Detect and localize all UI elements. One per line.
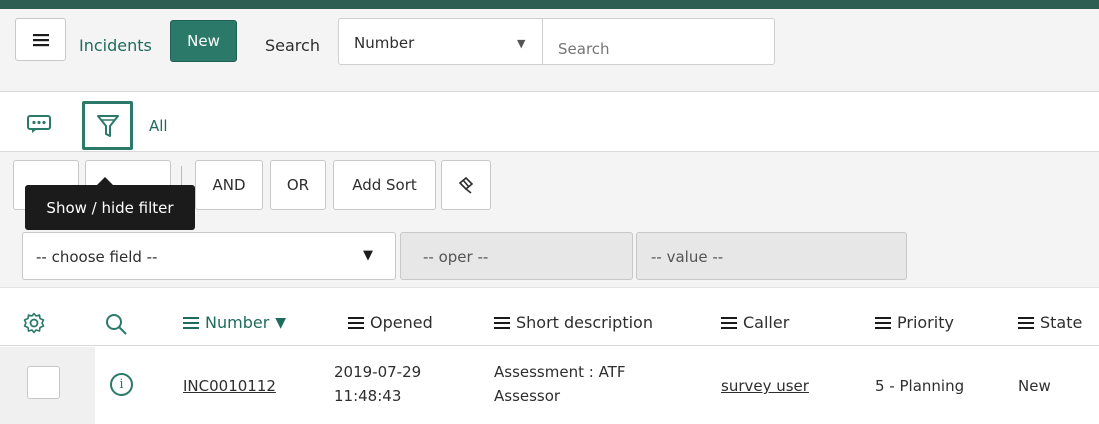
- column-menu-icon[interactable]: [348, 314, 364, 332]
- column-header-priority[interactable]: Priority: [875, 313, 954, 332]
- column-label: Short description: [516, 313, 653, 332]
- list-title[interactable]: Incidents: [79, 36, 152, 55]
- short-description-line1: Assessment : ATF: [494, 363, 626, 381]
- chevron-down-icon: ▼: [517, 37, 526, 50]
- state-value: New: [1018, 377, 1051, 395]
- choose-field-value: -- choose field --: [36, 248, 158, 266]
- column-menu-icon[interactable]: [183, 314, 199, 332]
- search-field-value: Number: [354, 34, 415, 52]
- column-label: Caller: [743, 313, 790, 332]
- breadcrumb-all[interactable]: All: [149, 117, 168, 135]
- column-menu-icon[interactable]: [875, 314, 891, 332]
- opened-date: 2019-07-29: [334, 363, 422, 381]
- search-input[interactable]: [542, 18, 775, 65]
- or-button[interactable]: OR: [270, 160, 326, 210]
- column-menu-icon[interactable]: [1018, 314, 1034, 332]
- column-label: State: [1040, 313, 1083, 332]
- clear-sort-button[interactable]: [441, 160, 491, 210]
- column-header-short-description[interactable]: Short description: [494, 313, 653, 332]
- column-menu-icon[interactable]: [494, 314, 510, 332]
- info-icon[interactable]: i: [110, 373, 133, 396]
- filter-icon: [96, 114, 119, 137]
- value-input[interactable]: -- value --: [636, 232, 907, 280]
- search-icon[interactable]: [104, 312, 128, 336]
- list-menu-button[interactable]: [15, 18, 66, 61]
- sort-desc-icon: ▼: [275, 314, 287, 331]
- column-label: Priority: [897, 313, 954, 332]
- short-description-line2: Assessor: [494, 387, 561, 405]
- incident-number-link[interactable]: INC0010112: [183, 374, 276, 398]
- column-header-opened[interactable]: Opened: [348, 313, 433, 332]
- search-label: Search: [265, 36, 320, 55]
- chevron-down-icon: ▼: [363, 248, 373, 263]
- choose-field-select[interactable]: -- choose field -- ▼: [22, 232, 396, 280]
- priority-value: 5 - Planning: [875, 377, 965, 395]
- clear-sort-icon: [458, 176, 474, 194]
- new-button[interactable]: New: [170, 20, 237, 62]
- filter-tooltip: Show / hide filter: [25, 177, 195, 230]
- gear-icon[interactable]: [23, 312, 45, 334]
- column-menu-icon[interactable]: [721, 314, 737, 332]
- operator-select[interactable]: -- oper --: [400, 232, 633, 280]
- menu-icon: [32, 33, 49, 46]
- top-accent-bar: [0, 0, 1099, 9]
- add-sort-button[interactable]: Add Sort: [333, 160, 436, 210]
- row-checkbox[interactable]: [27, 366, 60, 399]
- caller-link[interactable]: survey user: [721, 374, 809, 398]
- column-header-caller[interactable]: Caller: [721, 313, 789, 332]
- opened-time: 11:48:43: [334, 387, 402, 405]
- column-label: Number: [205, 313, 270, 332]
- search-field-select[interactable]: Number ▼: [338, 18, 543, 65]
- column-label: Opened: [370, 313, 433, 332]
- and-button[interactable]: AND: [195, 160, 263, 210]
- filter-toggle-button[interactable]: [82, 101, 133, 150]
- column-header-state[interactable]: State: [1018, 313, 1082, 332]
- comment-icon[interactable]: [27, 115, 51, 134]
- column-header-number[interactable]: Number ▼: [183, 313, 286, 332]
